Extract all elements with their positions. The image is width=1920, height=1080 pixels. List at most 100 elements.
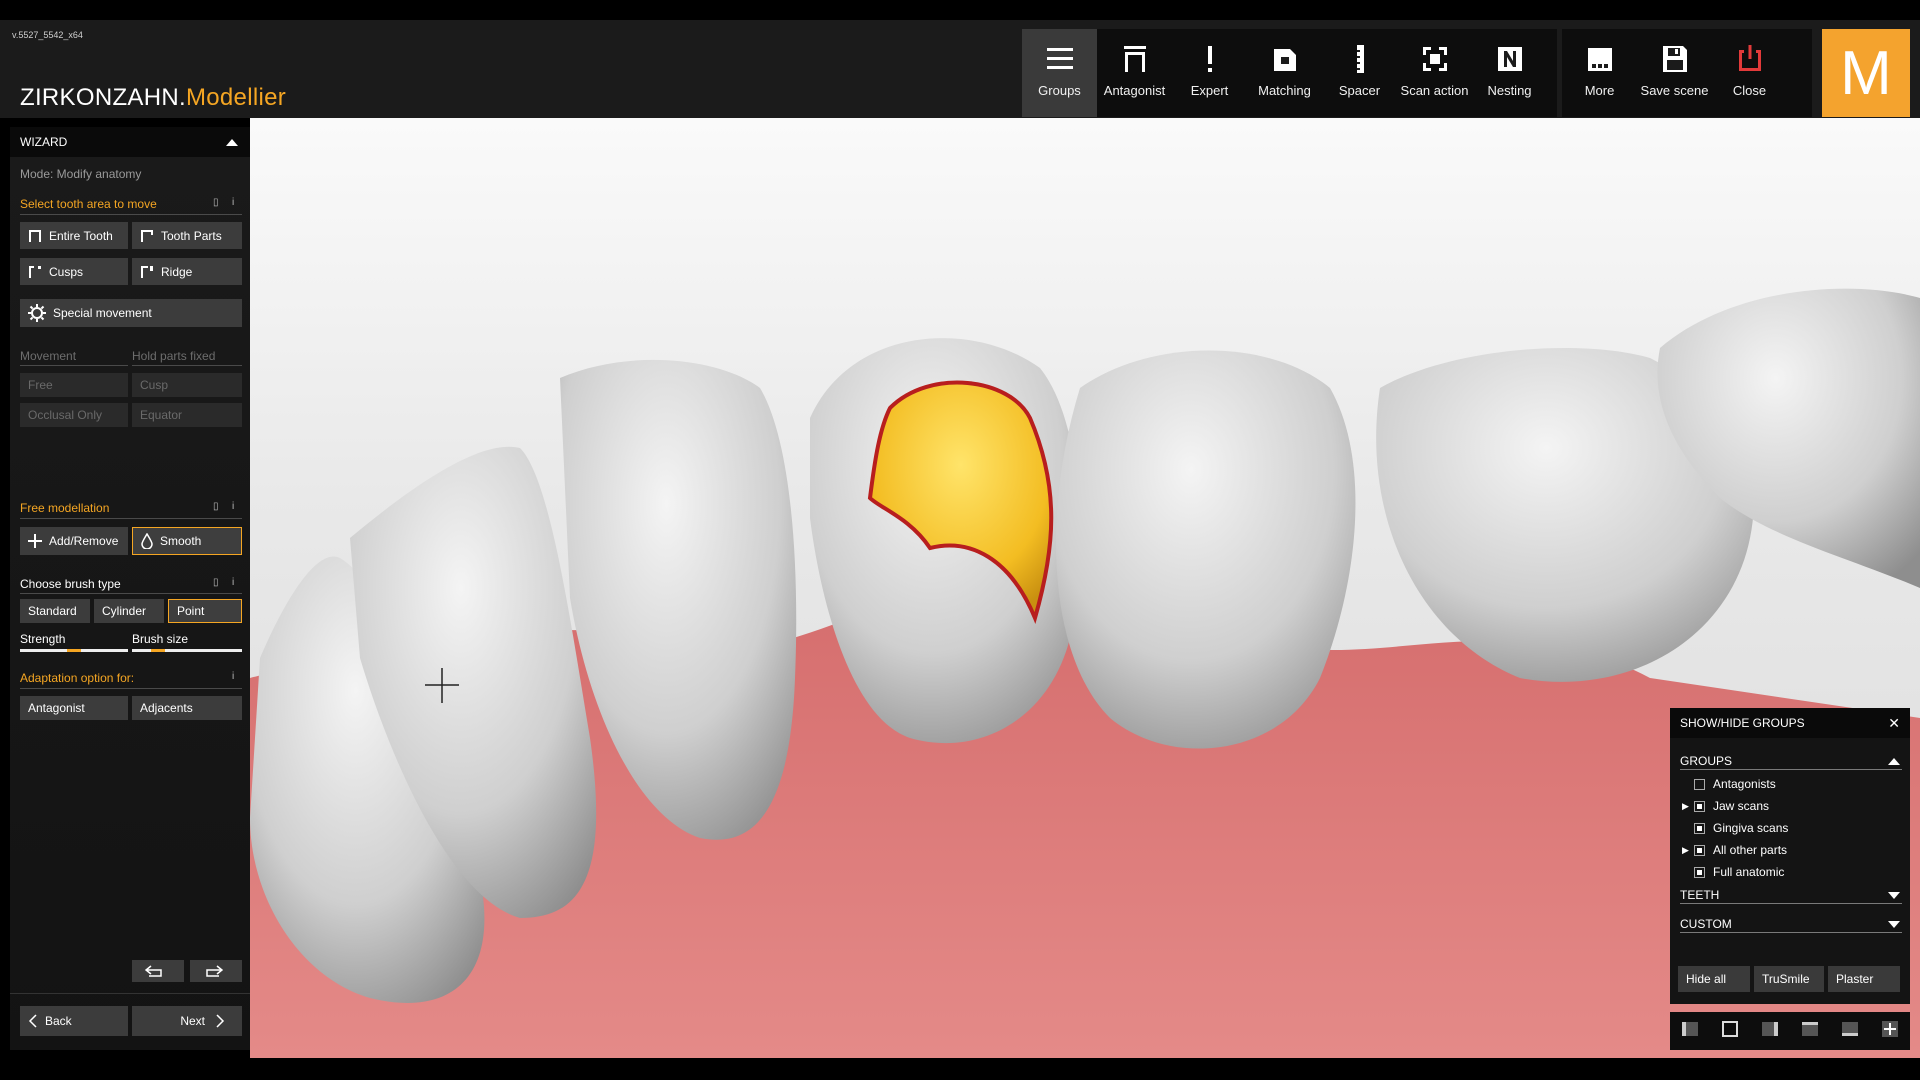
group-checkbox[interactable] <box>1694 866 1705 878</box>
occlusal-only-button[interactable]: Occlusal Only <box>20 403 128 427</box>
chevron-down-icon[interactable] <box>1888 892 1900 899</box>
adapt-adjacents-button[interactable]: Adjacents <box>132 696 242 720</box>
add-remove-button[interactable]: Add/Remove <box>20 527 128 555</box>
expand-arrow-icon[interactable]: ▶ <box>1682 801 1694 812</box>
trusmile-button[interactable]: TruSmile <box>1754 966 1824 992</box>
info-icon[interactable]: i <box>232 577 234 588</box>
hold-parts-fixed-label: Hold parts fixed <box>132 349 216 363</box>
close-button[interactable]: Close <box>1712 29 1787 117</box>
info-icon[interactable]: i <box>232 501 234 512</box>
app-brand: ZIRKONZAHN.Modellier <box>20 84 286 112</box>
expand-arrow-icon[interactable]: ▶ <box>1682 845 1694 856</box>
tooth-right-1 <box>1056 350 1356 749</box>
groups-section-label[interactable]: GROUPS <box>1680 754 1732 768</box>
group-item[interactable]: ▶ All other parts <box>1682 841 1787 859</box>
info-icon[interactable]: i <box>232 197 234 208</box>
brush-size-slider-thumb[interactable] <box>151 649 166 652</box>
ridge-button[interactable]: Ridge <box>132 258 242 285</box>
free-button[interactable]: Free <box>20 373 128 397</box>
more-button[interactable]: More <box>1562 29 1637 117</box>
view-front-icon[interactable] <box>1721 1020 1739 1043</box>
view-top-icon[interactable] <box>1801 1020 1819 1043</box>
smooth-button[interactable]: Smooth <box>132 527 242 555</box>
redo-button[interactable] <box>190 960 242 982</box>
pin-icon[interactable]: ▯ <box>213 197 219 208</box>
cusps-button[interactable]: Cusps <box>20 258 128 285</box>
nesting-button[interactable]: Nesting <box>1472 29 1547 117</box>
divider <box>1680 932 1902 933</box>
next-button[interactable]: Next <box>132 1006 242 1036</box>
standard-brush-button[interactable]: Standard <box>20 599 90 623</box>
divider <box>20 365 128 366</box>
close-icon[interactable]: ✕ <box>1888 708 1900 738</box>
scan-action-button[interactable]: Scan action <box>1397 29 1472 117</box>
more-label: More <box>1584 83 1615 98</box>
wizard-header[interactable]: WIZARD <box>10 127 250 157</box>
zoom-in-icon[interactable] <box>1881 1020 1899 1043</box>
group-checkbox[interactable] <box>1694 844 1705 856</box>
back-button[interactable]: Back <box>20 1006 128 1036</box>
matching-button[interactable]: Matching <box>1247 29 1322 117</box>
view-right-icon[interactable] <box>1761 1020 1779 1043</box>
view-left-icon[interactable] <box>1681 1020 1699 1043</box>
hide-all-button[interactable]: Hide all <box>1678 966 1750 992</box>
brush-size-slider[interactable] <box>132 649 242 652</box>
group-item[interactable]: Full anatomic <box>1682 863 1784 881</box>
undo-button[interactable] <box>132 960 184 982</box>
save-scene-button[interactable]: Save scene <box>1637 29 1712 117</box>
tooth-parts-icon <box>141 229 153 242</box>
group-item[interactable]: ▶ Jaw scans <box>1682 797 1769 815</box>
group-checkbox[interactable] <box>1694 778 1705 790</box>
divider <box>20 593 242 594</box>
entire-tooth-icon <box>29 229 41 242</box>
group-item-label: Gingiva scans <box>1713 821 1789 835</box>
wizard-panel: WIZARD Mode: Modify anatomy Select tooth… <box>10 127 250 1050</box>
cusps-label: Cusps <box>49 264 84 279</box>
chevron-up-icon[interactable] <box>1888 758 1900 765</box>
matching-label: Matching <box>1258 83 1311 98</box>
cusp-button[interactable]: Cusp <box>132 373 242 397</box>
redo-icon <box>205 965 223 977</box>
strength-slider-thumb[interactable] <box>67 649 81 652</box>
main-toolbar: Groups Antagonist Expert Matching Spacer… <box>1022 29 1557 117</box>
add-remove-label: Add/Remove <box>49 534 119 548</box>
pin-icon[interactable]: ▯ <box>213 577 219 588</box>
entire-tooth-button[interactable]: Entire Tooth <box>20 222 128 249</box>
group-checkbox[interactable] <box>1694 822 1705 834</box>
expert-button[interactable]: Expert <box>1172 29 1247 117</box>
special-movement-button[interactable]: Special movement <box>20 299 242 327</box>
special-movement-label: Special movement <box>53 306 152 320</box>
cylinder-brush-button[interactable]: Cylinder <box>94 599 164 623</box>
antagonist-button[interactable]: Antagonist <box>1097 29 1172 117</box>
chevron-down-icon[interactable] <box>1888 921 1900 928</box>
brand-accent: Modellier <box>185 84 287 111</box>
spacer-button[interactable]: Spacer <box>1322 29 1397 117</box>
collapse-caret-icon[interactable] <box>226 139 238 146</box>
pin-icon[interactable]: ▯ <box>213 501 219 512</box>
gear-icon <box>28 304 46 322</box>
adapt-antagonist-button[interactable]: Antagonist <box>20 696 128 720</box>
free-label: Free <box>28 378 53 392</box>
equator-button[interactable]: Equator <box>132 403 242 427</box>
custom-section-label[interactable]: CUSTOM <box>1680 917 1732 931</box>
brush-type-heading: Choose brush type <box>20 577 121 591</box>
group-item[interactable]: Gingiva scans <box>1682 819 1788 837</box>
view-bottom-icon[interactable] <box>1841 1020 1859 1043</box>
expert-label: Expert <box>1190 83 1229 98</box>
more-icon <box>1587 48 1612 71</box>
groups-button[interactable]: Groups <box>1022 29 1097 117</box>
occlusal-only-label: Occlusal Only <box>28 408 103 422</box>
cylinder-label: Cylinder <box>102 604 147 618</box>
point-label: Point <box>177 604 205 618</box>
nesting-icon <box>1497 47 1522 71</box>
info-icon[interactable]: i <box>232 671 234 682</box>
teeth-section-label[interactable]: TEETH <box>1680 888 1719 902</box>
brand-main: ZIRKONZAHN. <box>20 84 186 111</box>
tooth-parts-button[interactable]: Tooth Parts <box>132 222 242 249</box>
divider <box>20 688 242 689</box>
group-checkbox[interactable] <box>1694 800 1705 812</box>
point-brush-button[interactable]: Point <box>168 599 242 623</box>
group-item[interactable]: Antagonists <box>1682 775 1776 793</box>
groups-panel-title: SHOW/HIDE GROUPS <box>1680 716 1805 730</box>
plaster-button[interactable]: Plaster <box>1828 966 1900 992</box>
